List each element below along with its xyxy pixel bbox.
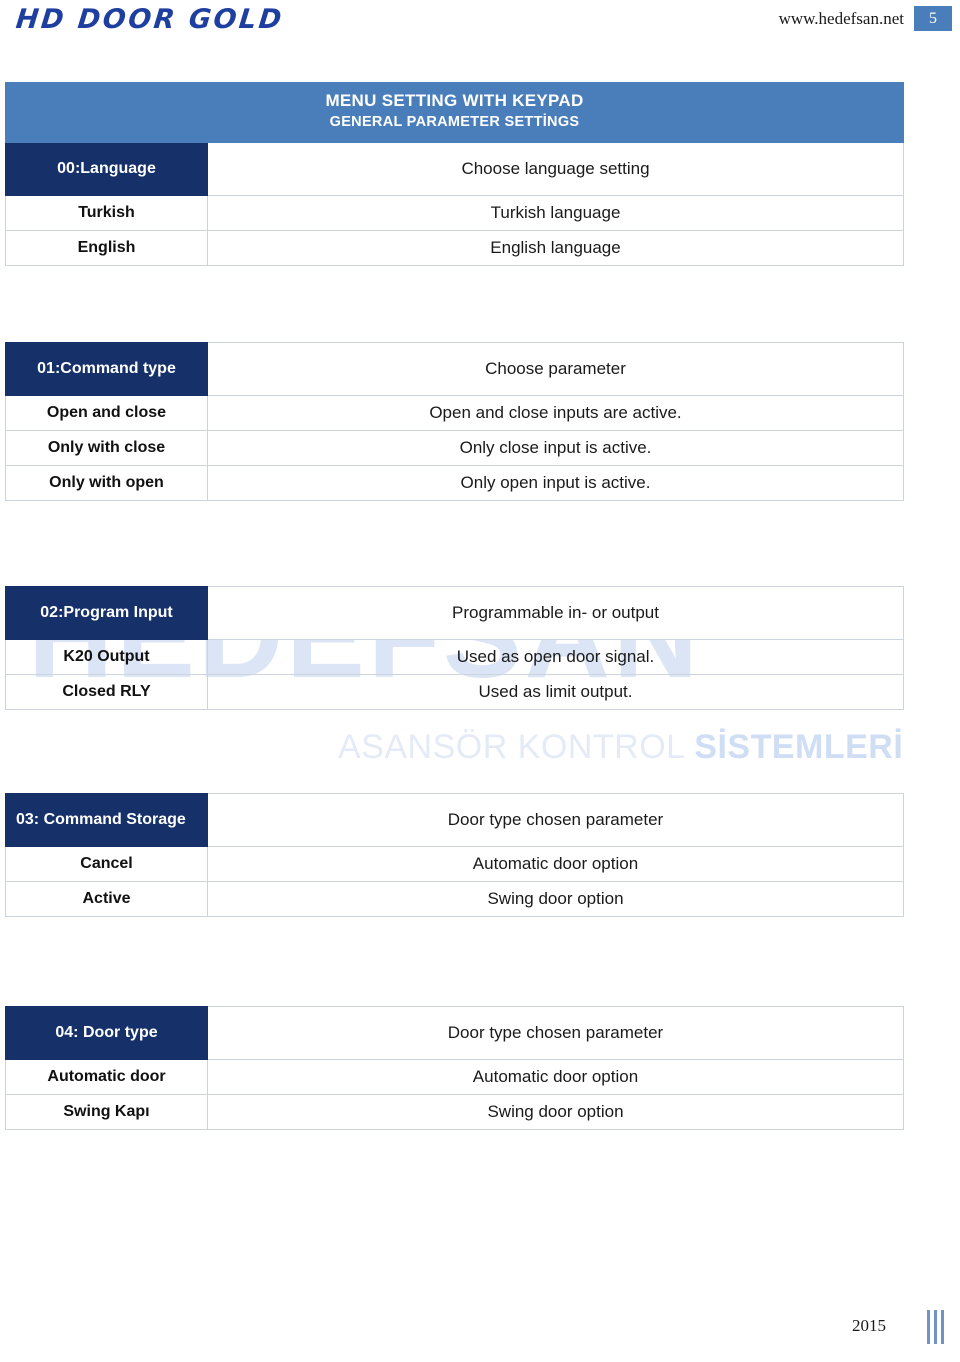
option-key: Closed RLY	[5, 674, 208, 710]
table-row: Turkish Turkish language	[5, 194, 905, 231]
table-row: Cancel Automatic door option	[5, 846, 904, 882]
parameter-head-desc: Programmable in- or output	[207, 586, 904, 640]
table-banner-row: MENU SETTING WITH KEYPAD GENERAL PARAMET…	[4, 82, 905, 143]
option-desc: English language	[206, 229, 905, 266]
parameter-head-desc: Choose parameter	[207, 342, 904, 396]
parameter-head-desc: Door type chosen parameter	[207, 1006, 904, 1060]
table-row: English English language	[5, 229, 905, 266]
table-row: Open and close Open and close inputs are…	[5, 395, 904, 431]
tables-layer: MENU SETTING WITH KEYPAD GENERAL PARAMET…	[0, 0, 960, 1362]
banner-subtitle: GENERAL PARAMETER SETTİNGS	[329, 113, 580, 130]
table-command-type: 01:Command type Choose parameter Open an…	[5, 342, 904, 501]
table-language: MENU SETTING WITH KEYPAD GENERAL PARAMET…	[4, 82, 905, 266]
table-row: K20 Output Used as open door signal.	[5, 639, 904, 675]
parameter-head-desc: Choose language setting	[206, 141, 905, 196]
option-key: Automatic door	[5, 1059, 208, 1095]
option-key: Turkish	[5, 194, 208, 231]
option-desc: Open and close inputs are active.	[207, 395, 904, 431]
option-desc: Turkish language	[206, 194, 905, 231]
table-row: 04: Door type Door type chosen parameter	[5, 1006, 904, 1060]
option-desc: Swing door option	[207, 881, 904, 917]
table-row: Only with open Only open input is active…	[5, 465, 904, 501]
option-desc: Used as open door signal.	[207, 639, 904, 675]
table-program-input: 02:Program Input Programmable in- or out…	[5, 586, 904, 710]
parameter-head-desc: Door type chosen parameter	[207, 793, 904, 847]
table-row: Swing Kapı Swing door option	[5, 1094, 904, 1130]
option-key: Open and close	[5, 395, 208, 431]
option-key: Swing Kapı	[5, 1094, 208, 1130]
table-row: 00:Language Choose language setting	[5, 141, 905, 196]
option-desc: Automatic door option	[207, 1059, 904, 1095]
option-key: Only with close	[5, 430, 208, 466]
banner-title: MENU SETTING WITH KEYPAD	[325, 91, 584, 110]
option-key: Cancel	[5, 846, 208, 882]
table-command-storage: 03: Command Storage Door type chosen par…	[5, 793, 904, 917]
option-key: English	[5, 229, 208, 266]
option-desc: Used as limit output.	[207, 674, 904, 710]
parameter-head-key: 01:Command type	[5, 342, 208, 396]
option-desc: Swing door option	[207, 1094, 904, 1130]
table-row: 02:Program Input Programmable in- or out…	[5, 586, 904, 640]
table-row: Closed RLY Used as limit output.	[5, 674, 904, 710]
parameter-head-key: 04: Door type	[5, 1006, 208, 1060]
table-row: Only with close Only close input is acti…	[5, 430, 904, 466]
table-row: Automatic door Automatic door option	[5, 1059, 904, 1095]
option-key: K20 Output	[5, 639, 208, 675]
parameter-head-key: 02:Program Input	[5, 586, 208, 640]
table-row: 03: Command Storage Door type chosen par…	[5, 793, 904, 847]
option-key: Only with open	[5, 465, 208, 501]
parameter-head-key: 00:Language	[5, 141, 208, 196]
option-desc: Only open input is active.	[207, 465, 904, 501]
parameter-head-key: 03: Command Storage	[5, 793, 208, 847]
table-door-type: 04: Door type Door type chosen parameter…	[5, 1006, 904, 1130]
table-row: 01:Command type Choose parameter	[5, 342, 904, 396]
table-row: Active Swing door option	[5, 881, 904, 917]
option-key: Active	[5, 881, 208, 917]
option-desc: Only close input is active.	[207, 430, 904, 466]
option-desc: Automatic door option	[207, 846, 904, 882]
banner-cell: MENU SETTING WITH KEYPAD GENERAL PARAMET…	[4, 82, 905, 143]
